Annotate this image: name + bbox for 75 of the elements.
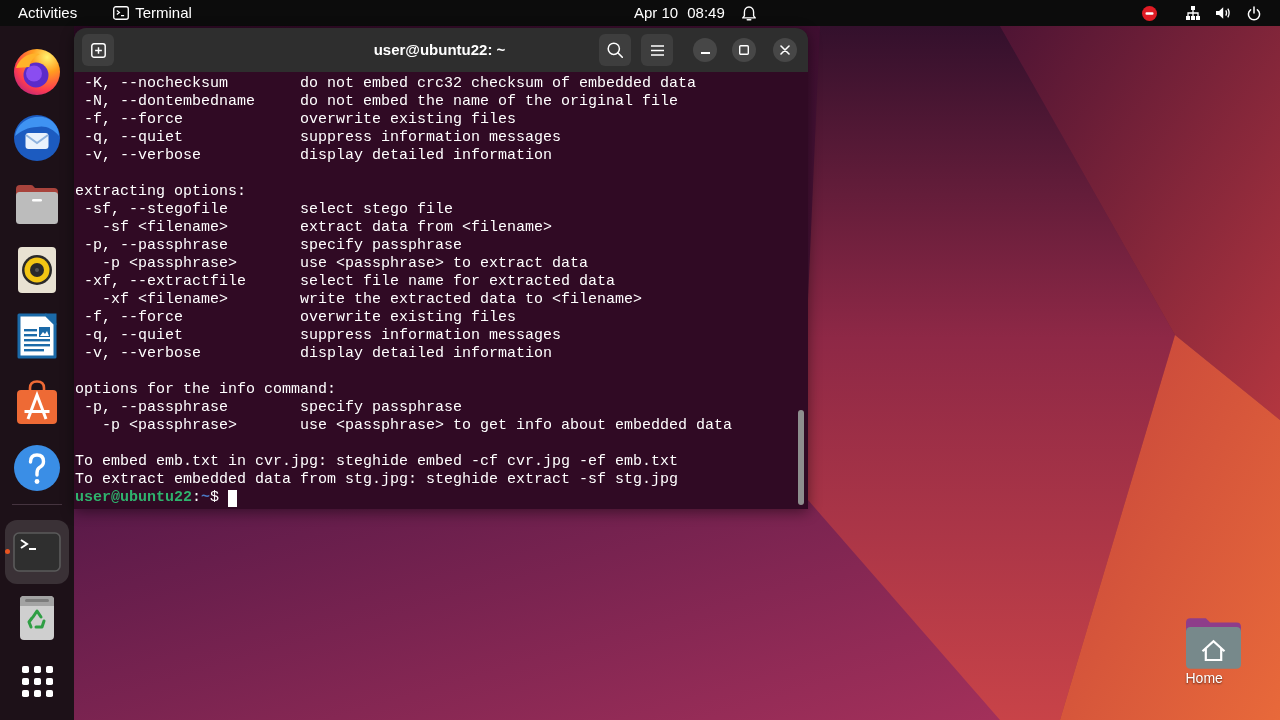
option-name: -v, --verbose [84, 345, 202, 362]
document-icon[interactable] [17, 313, 57, 359]
option-description: display detailed information [300, 147, 553, 165]
shopping-bag-icon[interactable] [17, 380, 57, 424]
minimize-button[interactable] [693, 38, 717, 62]
option-description: extract data from <filename> [300, 219, 553, 237]
option-name: -p, --passphrase [84, 237, 229, 254]
volume-icon [1216, 7, 1231, 19]
flame-globe-icon[interactable] [14, 49, 60, 95]
search-icon [607, 42, 623, 58]
option-name: -sf <filename> [102, 219, 229, 236]
clock-button[interactable]: Apr 10 08:49 [634, 4, 756, 22]
option-description: suppress information messages [300, 327, 562, 345]
option-description: use <passphrase> to extract data [300, 255, 589, 273]
option-description: overwrite existing files [300, 111, 517, 129]
menu-button[interactable] [641, 34, 673, 66]
option-description: specify passphrase [300, 399, 463, 417]
shell-prompt: user@ubuntu22:~$ [75, 489, 220, 507]
option-description: do not embed the name of the original file [300, 93, 679, 111]
option-description: suppress information messages [300, 129, 562, 147]
option-description: do not embed crc32 checksum of embedded data [300, 75, 697, 93]
trash-icon[interactable] [20, 596, 54, 640]
new-tab-button[interactable] [82, 34, 114, 66]
app-grid-icon[interactable] [21, 665, 53, 697]
usage-example: To extract embedded data from stg.jpg: steghide extract -sf stg.jpg [75, 471, 679, 489]
terminal-icon [113, 6, 130, 20]
network-icon [1186, 6, 1200, 20]
window-title: user@ubuntu22: ~ [373, 41, 506, 59]
option-description: use <passphrase> to get info about embedded data [300, 417, 733, 435]
home-folder-icon[interactable] [1185, 618, 1241, 669]
maximize-icon [739, 45, 749, 55]
option-name: -K, --nochecksum [84, 75, 229, 92]
close-button[interactable] [773, 38, 797, 62]
option-name: -xf <filename> [102, 291, 229, 308]
minimize-icon [700, 51, 710, 54]
option-name: -N, --dontembedname [84, 93, 256, 110]
option-description: specify passphrase [300, 237, 463, 255]
activities-button[interactable]: Activities [18, 4, 78, 22]
system-menu-button[interactable] [1186, 5, 1261, 21]
option-name: -f, --force [84, 111, 184, 128]
option-name: -xf, --extractfile [84, 273, 247, 290]
option-name: -f, --force [84, 309, 184, 326]
usage-example: To embed emb.txt in cvr.jpg: steghide embed -cf cvr.jpg -ef emb.txt [75, 453, 679, 471]
power-icon [1247, 5, 1261, 21]
icon-label: Home [1185, 670, 1223, 686]
option-name: -q, --quiet [84, 327, 184, 344]
cursor-icon [228, 489, 238, 507]
option-description: select stego file [300, 201, 454, 219]
bird-envelope-icon[interactable] [14, 115, 60, 161]
option-description: overwrite existing files [300, 309, 517, 327]
option-name: -sf, --stegofile [84, 201, 229, 218]
new-tab-icon [90, 42, 106, 58]
app-menu-button[interactable]: Terminal [113, 4, 192, 22]
section-heading: options for the info command: [75, 381, 337, 399]
option-description: select file name for extracted data [300, 273, 616, 291]
option-name: -p <passphrase> [102, 255, 238, 272]
option-name: -p, --passphrase [84, 399, 229, 416]
scrollbar-thumb[interactable] [798, 410, 804, 505]
option-name: -p <passphrase> [102, 417, 238, 434]
maximize-button[interactable] [732, 38, 756, 62]
section-heading: extracting options: [75, 183, 247, 201]
option-name: -q, --quiet [84, 129, 184, 146]
option-description: write the extracted data to <filename> [300, 291, 643, 309]
option-name: -v, --verbose [84, 147, 202, 164]
terminal-icon [13, 532, 61, 572]
folder-icon[interactable] [16, 184, 58, 224]
no-entry-icon[interactable] [1142, 5, 1157, 21]
option-description: display detailed information [300, 345, 553, 363]
menu-icon [650, 44, 664, 56]
dock-app-button[interactable] [5, 520, 69, 584]
speaker-icon[interactable] [18, 247, 56, 293]
search-button[interactable] [599, 34, 631, 66]
close-icon [780, 45, 790, 55]
bell-icon [741, 5, 756, 21]
help-icon[interactable] [14, 445, 60, 491]
